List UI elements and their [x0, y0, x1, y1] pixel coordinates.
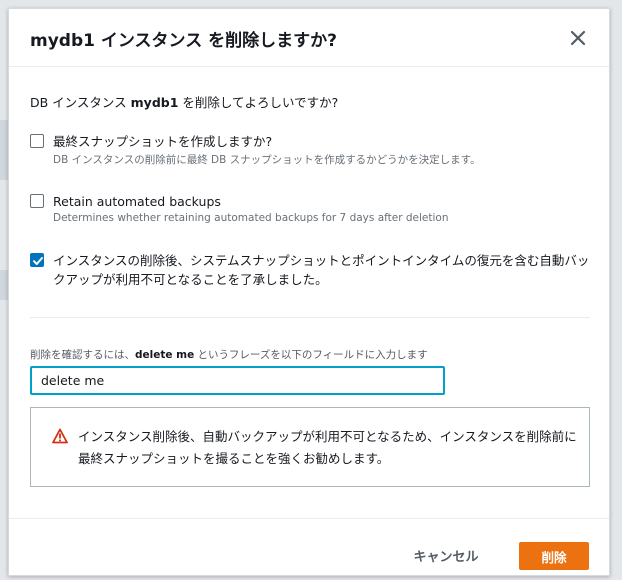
warning-icon [52, 428, 68, 444]
acknowledge-label: インスタンスの削除後、システムスナップショットとポイントインタイムの復元を含む自… [53, 253, 590, 287]
retain-backups-description: Determines whether retaining automated b… [53, 212, 449, 224]
retain-backups-checkbox[interactable] [30, 194, 44, 208]
dialog-header: mydb1 インスタンス を削除しますか? [9, 9, 609, 67]
confirm-delete-input[interactable] [30, 366, 445, 395]
checkmark-icon [33, 257, 43, 265]
delete-question: DB インスタンス mydb1 を削除してよろしいですか? [30, 95, 339, 110]
acknowledge-option: インスタンスの削除後、システムスナップショットとポイントインタイムの復元を含む自… [30, 251, 600, 295]
retain-backups-label: Retain automated backups [53, 194, 221, 209]
acknowledge-checkbox[interactable] [30, 253, 44, 267]
background-strip [0, 270, 8, 300]
final-snapshot-option: 最終スナップショットを作成しますか? DB インスタンスの削除前に最終 DB ス… [30, 132, 600, 172]
retain-backups-option: Retain automated backups Determines whet… [30, 192, 600, 232]
cancel-button[interactable]: キャンセル [401, 541, 491, 569]
dialog-footer: キャンセル 削除 [9, 518, 609, 576]
section-divider [30, 317, 590, 318]
confirm-instruction: 削除を確認するには、delete me というフレーズを以下のフィールドに入力し… [30, 349, 428, 361]
close-button[interactable] [566, 26, 590, 50]
background-strip [0, 120, 8, 180]
warning-text: インスタンス削除後、自動バックアップが利用不可となるため、インスタンスを削除前に… [78, 429, 577, 466]
close-icon [570, 30, 586, 46]
confirm-phrase: delete me [135, 349, 195, 361]
delete-button[interactable]: 削除 [519, 542, 589, 570]
final-snapshot-label: 最終スナップショットを作成しますか? [53, 134, 273, 149]
warning-alert: インスタンス削除後、自動バックアップが利用不可となるため、インスタンスを削除前に… [30, 407, 590, 487]
dialog-title: mydb1 インスタンス を削除しますか? [30, 31, 337, 51]
delete-instance-dialog: mydb1 インスタンス を削除しますか? DB インスタンス mydb1 を削… [8, 8, 610, 576]
instance-name: mydb1 [130, 95, 179, 110]
final-snapshot-description: DB インスタンスの削除前に最終 DB スナップショットを作成するかどうかを決定… [53, 154, 481, 166]
final-snapshot-checkbox[interactable] [30, 134, 44, 148]
